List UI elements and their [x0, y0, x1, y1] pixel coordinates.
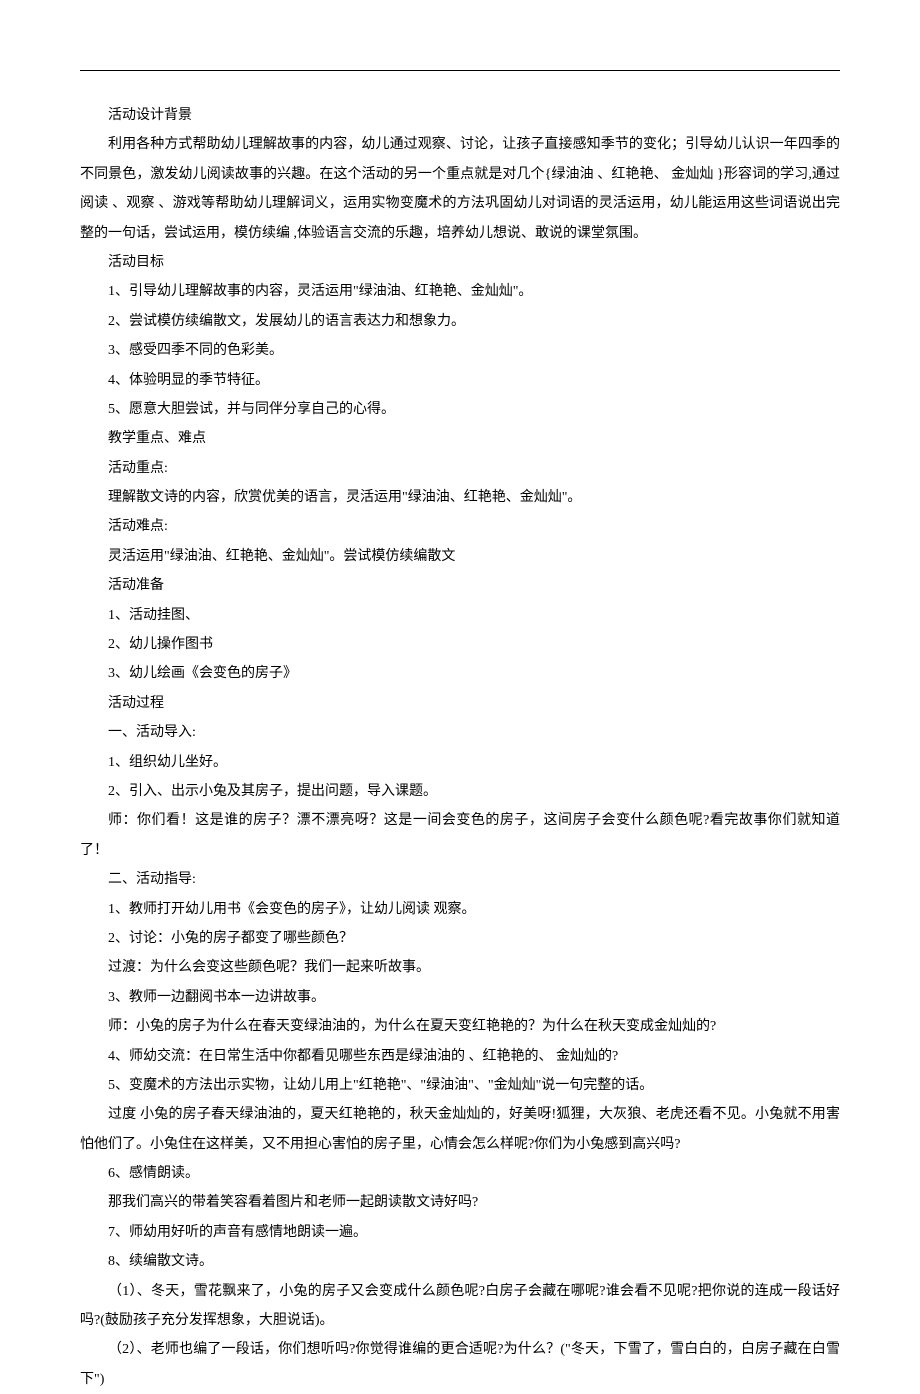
text-line: 5、愿意大胆尝试，并与同伴分享自己的心得。: [80, 395, 840, 424]
text-line: 1、引导幼儿理解故事的内容，灵活运用"绿油油、红艳艳、金灿灿"。: [80, 277, 840, 306]
top-divider: [80, 70, 840, 71]
text-line: 3、幼儿绘画《会变色的房子》: [80, 659, 840, 688]
text-line: 活动过程: [80, 689, 840, 718]
document-body: 活动设计背景 利用各种方式帮助幼儿理解故事的内容，幼儿通过观察、讨论，让孩子直接…: [80, 101, 840, 1394]
text-line: 8、续编散文诗。: [80, 1247, 840, 1276]
text-line: 3、感受四季不同的色彩美。: [80, 336, 840, 365]
text-line: 那我们高兴的带着笑容看着图片和老师一起朗读散文诗好吗?: [80, 1188, 840, 1217]
text-line: （2）、老师也编了一段话，你们想听吗?你觉得谁编的更合适呢?为什么？("冬天，下…: [80, 1335, 840, 1394]
text-line: 二、活动指导:: [80, 865, 840, 894]
text-line: （1）、冬天，雪花飘来了，小兔的房子又会变成什么颜色呢?白房子会藏在哪呢?谁会看…: [80, 1277, 840, 1336]
text-line: 师：小兔的房子为什么在春天变绿油油的，为什么在夏天变红艳艳的？为什么在秋天变成金…: [80, 1012, 840, 1041]
text-line: 理解散文诗的内容，欣赏优美的语言，灵活运用"绿油油、红艳艳、金灿灿"。: [80, 483, 840, 512]
text-line: 2、幼儿操作图书: [80, 630, 840, 659]
text-line: 1、教师打开幼儿用书《会变色的房子》，让幼儿阅读 观察。: [80, 895, 840, 924]
text-line: 2、尝试模仿续编散文，发展幼儿的语言表达力和想象力。: [80, 307, 840, 336]
text-line: 活动重点:: [80, 454, 840, 483]
text-line: 一、活动导入:: [80, 718, 840, 747]
text-line: 6、感情朗读。: [80, 1159, 840, 1188]
text-line: 1、活动挂图、: [80, 601, 840, 630]
text-line: 5、变魔术的方法出示实物，让幼儿用上"红艳艳"、"绿油油"、"金灿灿"说一句完整…: [80, 1071, 840, 1100]
text-line: 活动设计背景: [80, 101, 840, 130]
text-line: 过度 小兔的房子春天绿油油的，夏天红艳艳的，秋天金灿灿的，好美呀!狐狸，大灰狼、…: [80, 1100, 840, 1159]
text-line: 4、体验明显的季节特征。: [80, 366, 840, 395]
text-line: 2、讨论：小兔的房子都变了哪些颜色？: [80, 924, 840, 953]
text-line: 活动目标: [80, 248, 840, 277]
text-line: 教学重点、难点: [80, 424, 840, 453]
text-line: 师：你们看！这是谁的房子？漂不漂亮呀？这是一间会变色的房子，这间房子会变什么颜色…: [80, 806, 840, 865]
text-line: 过渡：为什么会变这些颜色呢？我们一起来听故事。: [80, 953, 840, 982]
text-line: 活动准备: [80, 571, 840, 600]
text-line: 灵活运用"绿油油、红艳艳、金灿灿"。尝试模仿续编散文: [80, 542, 840, 571]
text-line: 2、引入、出示小兔及其房子，提出问题，导入课题。: [80, 777, 840, 806]
text-line: 利用各种方式帮助幼儿理解故事的内容，幼儿通过观察、讨论，让孩子直接感知季节的变化…: [80, 130, 840, 248]
text-line: 1、组织幼儿坐好。: [80, 748, 840, 777]
text-line: 活动难点:: [80, 512, 840, 541]
text-line: 4、师幼交流：在日常生活中你都看见哪些东西是绿油油的 、红艳艳的、 金灿灿的?: [80, 1042, 840, 1071]
text-line: 3、教师一边翻阅书本一边讲故事。: [80, 983, 840, 1012]
text-line: 7、师幼用好听的声音有感情地朗读一遍。: [80, 1218, 840, 1247]
